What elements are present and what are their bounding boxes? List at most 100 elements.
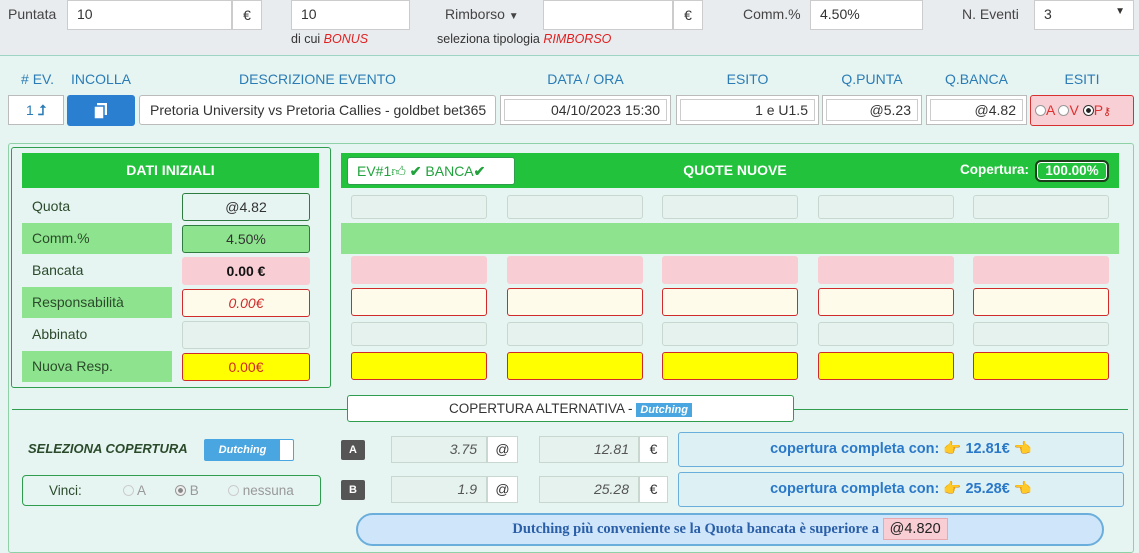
event-description[interactable]: Pretoria University vs Pretoria Callies … [139,95,496,125]
nuova-resp-cell-2[interactable] [507,352,643,380]
dati-iniziali-title: DATI INIZIALI [22,153,319,188]
event-datetime[interactable]: 04/10/2023 15:30 [500,95,671,125]
esiti-v-label: V [1069,102,1079,118]
bonus-note: di cui BONUS [291,32,368,46]
radio-p[interactable] [1082,105,1094,116]
abbinato-cell-3[interactable] [662,322,798,346]
rimborso-note-red: RIMBORSO [543,32,612,46]
header-qpunta: Q.PUNTA [841,71,903,87]
vinci-option-b[interactable]: B [175,476,199,505]
abbinato-value [182,321,310,349]
nuova-resp-cell-4[interactable] [818,352,954,380]
rimborso-note-text: seleziona tipologia [437,32,544,46]
abbinato-cell-5[interactable] [973,322,1109,346]
quota-value[interactable]: @4.82 [182,193,310,221]
bancata-cell-1[interactable] [351,256,487,284]
thumbs-up-icon: 👍︎ [391,163,406,179]
event-qpunta[interactable]: @5.23 [822,95,922,125]
quota-a-input[interactable]: 3.75 [391,436,487,463]
radio-v[interactable] [1058,105,1070,116]
paste-button[interactable] [67,95,135,126]
dutching-toggle[interactable]: Dutching [204,439,294,461]
resp-cell-2[interactable] [507,288,643,316]
tag-b: B [341,480,365,500]
esiti-radio-group[interactable]: A V P⚷ [1030,95,1134,126]
pointing-left-icon: 👈 [1013,441,1032,457]
rimborso-note: seleziona tipologia RIMBORSO [437,32,611,46]
ev-banca-button[interactable]: EV#1👍︎ ✔ BANCA✔ [347,157,515,185]
nuova-resp-cell-5[interactable] [973,352,1109,380]
esiti-a-label: A [1046,102,1055,118]
abbinato-cell-2[interactable] [507,322,643,346]
tag-a: A [341,440,365,460]
event-number-text: 1 [26,102,34,118]
puntata-label: Puntata [0,0,67,30]
pointing-left-icon: 👈 [1013,481,1032,497]
bancata-label: Bancata [32,262,84,278]
quota-cell-2[interactable] [507,195,643,219]
radio-a[interactable] [1035,105,1046,116]
msg-a: copertura completa con: [770,441,940,457]
rimborso-input[interactable] [543,0,673,30]
ev-label: EV#1 [357,163,392,179]
quota-cell-4[interactable] [818,195,954,219]
copertura-alternativa-title: COPERTURA ALTERNATIVA - Dutching [347,395,794,422]
resp-cell-4[interactable] [818,288,954,316]
rimborso-label: Rimborso [445,6,505,22]
comm-input[interactable]: 4.50% [810,0,923,30]
bancata-cell-5[interactable] [973,256,1109,284]
rimborso-dropdown[interactable]: Rimborso ▼ [437,0,543,30]
euro-b: € [639,476,668,503]
radio-circle [123,485,134,496]
quota-cell-1[interactable] [351,195,487,219]
quota-b-input[interactable]: 1.9 [391,476,487,503]
resp-cell-5[interactable] [973,288,1109,316]
bancata-cell-2[interactable] [507,256,643,284]
radio-circle [175,485,186,496]
event-esito[interactable]: 1 e U1.5 [676,95,819,125]
header-qbanca: Q.BANCA [944,71,1008,87]
bonus-input[interactable]: 10 [291,0,410,30]
comm-row-value[interactable]: 4.50% [182,225,310,253]
event-qbanca[interactable]: @4.82 [926,95,1027,125]
amount-b: 25.28 [539,476,639,503]
copy-icon [94,103,107,119]
event-qbanca-text: @4.82 [930,99,1023,121]
neventi-select[interactable]: 3 ▼ [1034,0,1134,30]
abbinato-cell-1[interactable] [351,322,487,346]
quota-cell-3[interactable] [662,195,798,219]
bonus-note-text: di cui [291,32,324,46]
nuova-resp-cell-3[interactable] [662,352,798,380]
abbinato-label: Abbinato [32,326,88,342]
bancata-cell-4[interactable] [818,256,954,284]
copertura-completa-a: copertura completa con: 👉 12.81€ 👈 [678,432,1124,467]
abbinato-cell-4[interactable] [818,322,954,346]
event-datetime-text: 04/10/2023 15:30 [504,99,667,121]
footer-text: Dutching più conveniente se la Quota ban… [512,521,883,537]
vinci-a-label: A [137,483,147,498]
bancata-cell-3[interactable] [662,256,798,284]
event-number[interactable]: 1 ⮥ [8,95,64,125]
caret-down-icon: ▼ [508,11,519,22]
dutching-footer: Dutching più conveniente se la Quota ban… [356,513,1104,546]
puntata-input[interactable]: 10 [67,0,232,30]
copertura-completa-b: copertura completa con: 👉 25.28€ 👈 [678,472,1124,507]
vinci-option-a[interactable]: A [123,476,146,505]
check-icon: ✔ [409,163,422,179]
header-descrizione: DESCRIZIONE EVENTO [239,71,396,87]
event-esito-text: 1 e U1.5 [680,99,815,121]
header-incolla: INCOLLA [71,71,131,87]
resp-cell-1[interactable] [351,288,487,316]
esiti-p-label: P [1093,102,1104,118]
banca-label: BANCA [425,163,474,179]
resp-cell-3[interactable] [662,288,798,316]
msg-b: copertura completa con: [770,481,940,497]
quota-cell-5[interactable] [973,195,1109,219]
footer-quota-value: @4.820 [882,518,948,540]
nuova-resp-cell-1[interactable] [351,352,487,380]
event-qpunta-text: @5.23 [826,99,918,121]
at-b: @ [487,476,518,503]
vinci-option-none[interactable]: nessuna [228,476,294,505]
amount-a: 12.81 [539,436,639,463]
at-a: @ [487,436,518,463]
